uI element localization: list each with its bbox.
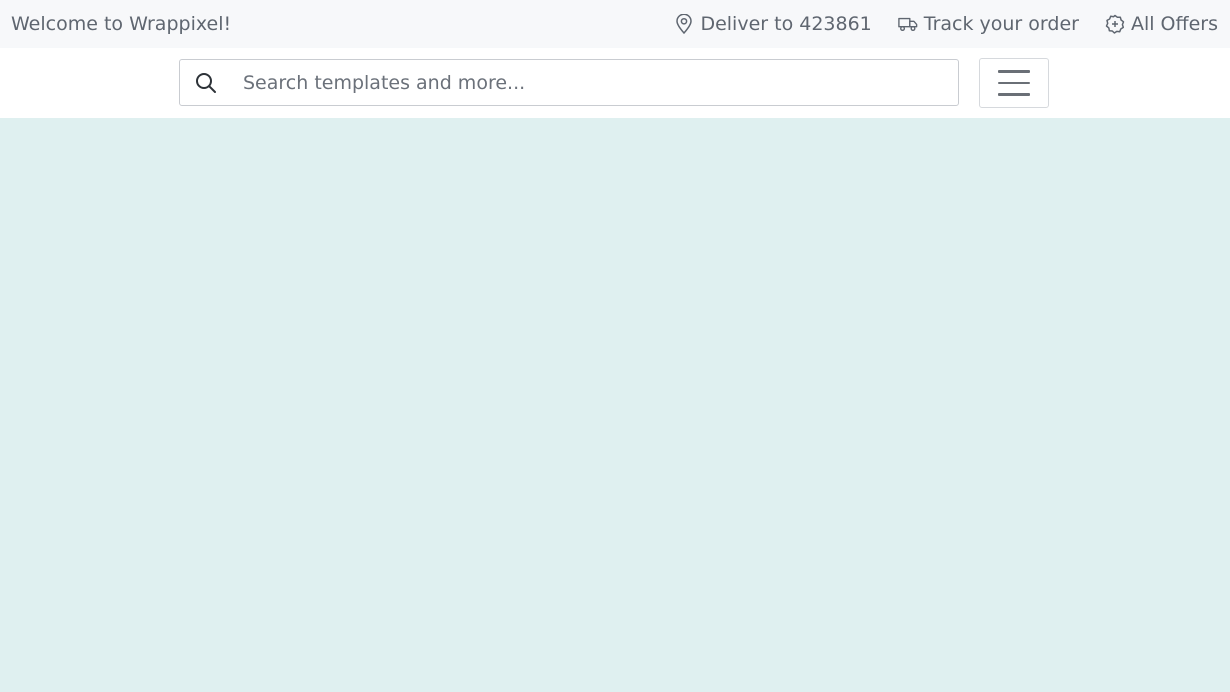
search-box [179, 59, 959, 106]
all-offers-link[interactable]: All Offers [1105, 13, 1218, 35]
discount-badge-icon [1105, 14, 1125, 34]
search-input[interactable] [232, 60, 958, 105]
navigation-bar [0, 48, 1230, 118]
track-order-link[interactable]: Track your order [897, 13, 1079, 35]
top-links: Deliver to 423861 Track your order All O… [674, 13, 1218, 35]
top-bar: Welcome to Wrappixel! Deliver to 423861 [0, 0, 1230, 48]
search-icon[interactable] [180, 72, 232, 94]
welcome-message: Welcome to Wrappixel! [11, 13, 232, 35]
deliver-to-label: Deliver to 423861 [700, 13, 872, 35]
all-offers-label: All Offers [1130, 13, 1218, 35]
main-content-area [0, 118, 1230, 692]
hamburger-menu-icon [998, 70, 1030, 73]
location-pin-icon [674, 14, 694, 34]
hamburger-menu-button[interactable] [979, 58, 1049, 108]
deliver-to-link[interactable]: Deliver to 423861 [674, 13, 872, 35]
track-order-label: Track your order [923, 13, 1079, 35]
truck-icon [897, 14, 918, 34]
